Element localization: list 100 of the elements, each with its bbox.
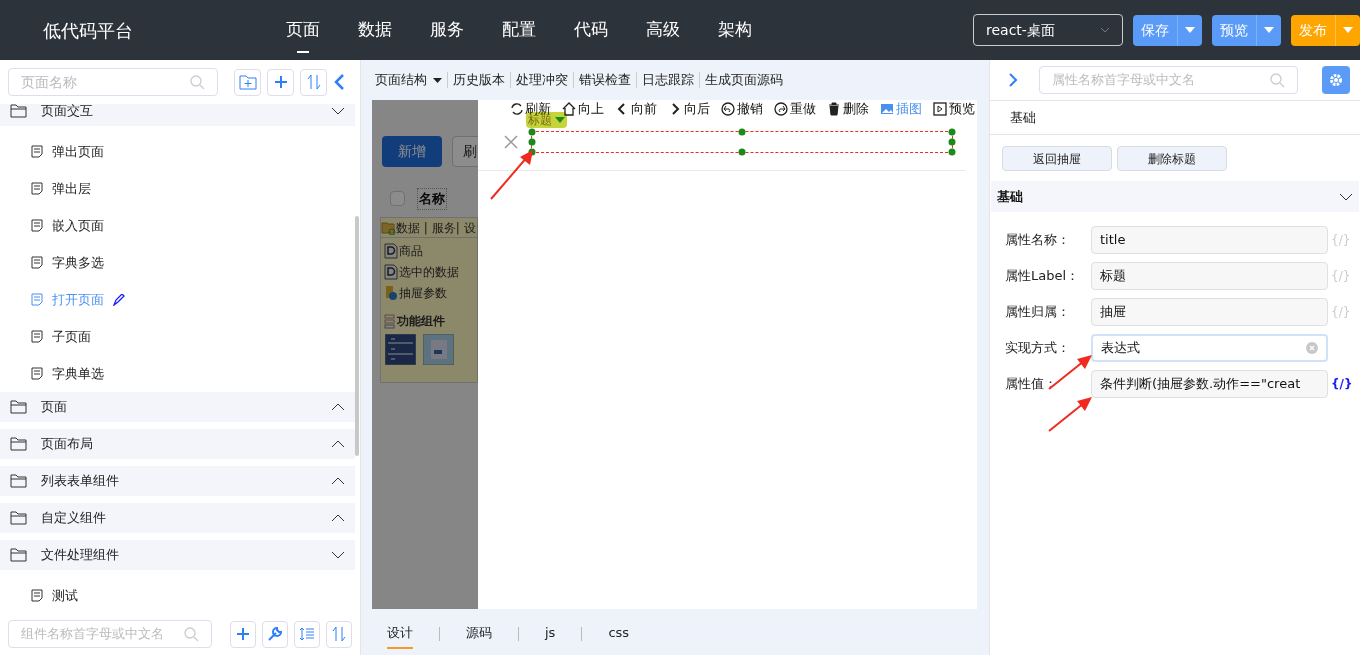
toolbar-button[interactable]: 重做 [774, 100, 816, 119]
editor-tab[interactable]: js [545, 619, 556, 649]
nav-tab[interactable]: 架构 [718, 9, 753, 51]
editor-tab[interactable]: css [608, 619, 630, 649]
caret-icon [1100, 26, 1110, 34]
add-button[interactable] [267, 68, 294, 96]
folder-icon [10, 400, 27, 414]
settings-icon [1329, 73, 1343, 87]
menu-item[interactable]: 错误检查 [579, 70, 631, 90]
add-button[interactable] [229, 620, 256, 648]
document-icon [384, 264, 398, 280]
nav-tab[interactable]: 高级 [646, 9, 681, 51]
search-icon [182, 626, 199, 642]
checkbox[interactable] [390, 191, 405, 207]
tree-group[interactable]: 自定义组件 [0, 503, 355, 533]
input-field[interactable]: 抽屉 [1091, 298, 1328, 326]
action-button[interactable]: 返回抽屉 [1002, 146, 1112, 171]
expand-icon[interactable] [1008, 72, 1018, 88]
tree-item[interactable]: 字典单选 [0, 355, 355, 392]
list-icon [385, 334, 416, 365]
action-button[interactable]: 删除标题 [1117, 146, 1227, 171]
delete-icon [827, 102, 841, 116]
sort-button[interactable] [325, 620, 352, 648]
nav-tab[interactable]: 代码 [574, 9, 609, 51]
collapse-icon[interactable] [333, 73, 345, 91]
tree-item[interactable]: 字典多选 [0, 244, 355, 281]
toolbar-button[interactable]: 预览 [933, 100, 975, 119]
annotation-arrow [488, 148, 536, 202]
caret-icon [1185, 27, 1195, 33]
page-icon [31, 182, 43, 195]
tree-group[interactable]: 页面 [0, 392, 355, 422]
group-label: 自定义组件 [41, 509, 106, 528]
tree-item[interactable]: 弹出页面 [0, 133, 355, 170]
tree-item[interactable]: 测试 [0, 577, 355, 613]
selection-box[interactable] [531, 131, 953, 153]
clear-icon [1306, 342, 1318, 354]
annotation-arrow [1046, 394, 1094, 434]
toolbar-button[interactable]: 撤销 [721, 100, 763, 119]
page-icon [31, 367, 43, 380]
menu-item[interactable]: 页面结构 [375, 70, 442, 90]
group-label: 页面交互 [41, 104, 93, 121]
group-label: 文件处理组件 [41, 546, 119, 565]
tree-item[interactable]: 嵌入页面 [0, 207, 355, 244]
data-item[interactable]: 商品 [384, 242, 477, 260]
tree-group[interactable]: 列表表单组件 [0, 466, 355, 496]
data-item[interactable]: 选中的数据 [384, 263, 477, 281]
undo-icon [721, 102, 735, 116]
page-icon [31, 219, 43, 232]
editor-tab[interactable]: 设计 [387, 619, 413, 649]
group-label: 列表表单组件 [41, 472, 119, 491]
nav-tab[interactable]: 配置 [502, 9, 537, 51]
folder-icon [10, 474, 27, 488]
editor-tab[interactable]: 源码 [466, 619, 492, 649]
app-title: 低代码平台 [42, 18, 134, 43]
toolbar-button[interactable]: 删除 [827, 100, 869, 119]
field-label: 属性名称： [1005, 231, 1071, 250]
toolbar-button[interactable]: 向后 [668, 100, 710, 119]
menu-item[interactable]: 日志跟踪 [642, 70, 694, 90]
page-icon [31, 330, 43, 343]
new-folder-button[interactable] [234, 68, 261, 96]
input-field[interactable]: 条件判断(抽屉参数.动作=="creat [1091, 370, 1328, 398]
binding-toggle[interactable]: {/} [1331, 375, 1353, 393]
menu-item[interactable]: 历史版本 [453, 70, 505, 90]
nav-tab[interactable]: 服务 [430, 9, 465, 51]
environment-select[interactable]: react-桌面 [973, 14, 1123, 46]
menu-item[interactable]: 处理冲突 [516, 70, 568, 90]
search-icon [189, 74, 205, 90]
settings-button[interactable] [1322, 66, 1350, 94]
annotation-arrow [1046, 352, 1094, 392]
sort-button[interactable] [300, 68, 327, 96]
panel-title: 数据 | 服务| 设 [396, 219, 476, 237]
sort-icon [306, 74, 321, 90]
tree-group[interactable]: 页面交互 [0, 104, 355, 126]
refresh-icon [509, 102, 523, 116]
group-header[interactable]: 基础 [991, 181, 1359, 212]
input-field[interactable]: 标题 [1091, 262, 1328, 290]
group-label: 页面布局 [41, 435, 93, 454]
wrench-button[interactable] [261, 620, 288, 648]
nav-tab[interactable]: 数据 [358, 9, 393, 51]
field-label: 实现方式： [1005, 339, 1071, 358]
tree-group[interactable]: 文件处理组件 [0, 540, 355, 570]
up-icon [562, 102, 576, 116]
parameter-icon [384, 285, 398, 301]
page-icon [31, 293, 43, 306]
tree-item[interactable]: 子页面 [0, 318, 355, 355]
tree-group[interactable]: 页面布局 [0, 429, 355, 459]
folder-icon [10, 548, 27, 562]
close-icon [504, 135, 518, 149]
nav-tab[interactable]: 页面 [286, 9, 321, 51]
preview-icon [933, 102, 947, 116]
data-item[interactable]: 抽屉参数 [384, 284, 477, 302]
input-field[interactable]: title [1091, 226, 1328, 254]
input-field[interactable]: 表达式 [1091, 334, 1328, 362]
folder-icon [10, 437, 27, 451]
toolbar-button[interactable]: 向前 [615, 100, 657, 119]
line-height-button[interactable] [293, 620, 320, 648]
caret-icon [1343, 27, 1353, 33]
panel-tab[interactable]: 基础 [1010, 107, 1036, 128]
menu-item[interactable]: 生成页面源码 [705, 70, 783, 90]
tree-item[interactable]: 弹出层 [0, 170, 355, 207]
